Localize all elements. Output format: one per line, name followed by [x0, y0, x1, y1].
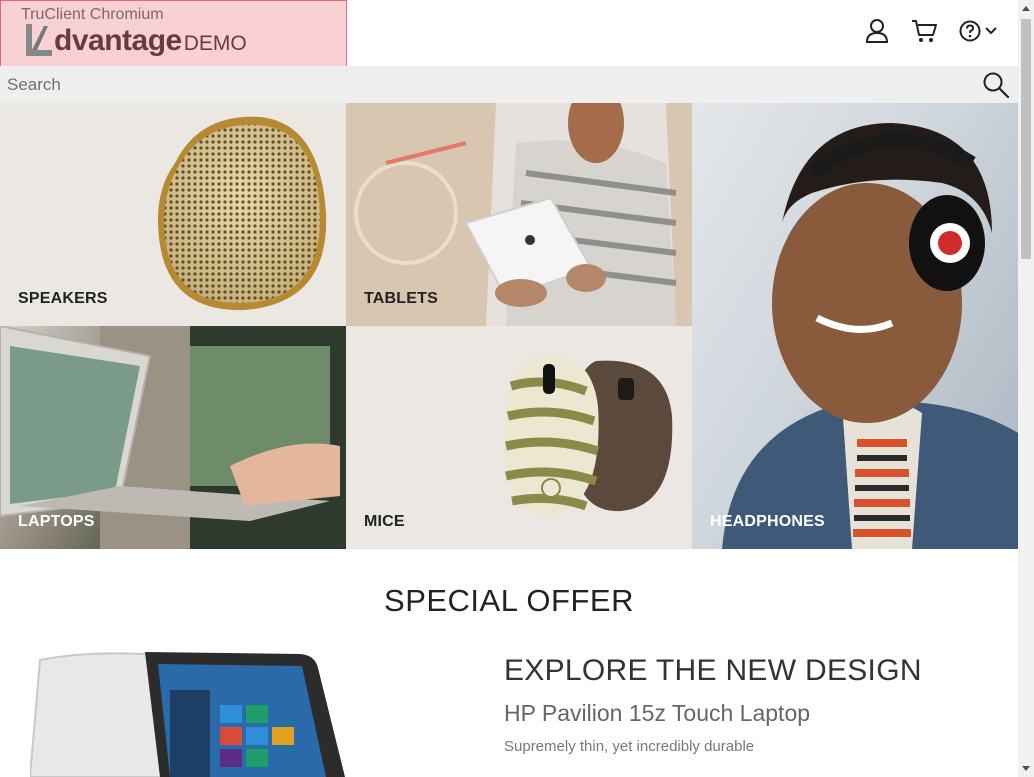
- category-label-speakers: SPEAKERS: [18, 290, 108, 307]
- offer-product-name[interactable]: HP Pavilion 15z Touch Laptop: [504, 700, 810, 727]
- category-label-headphones: HEADPHONES: [710, 513, 825, 530]
- search-input[interactable]: [0, 66, 960, 103]
- chevron-down-icon: [985, 27, 997, 35]
- category-label-mice: MICE: [364, 513, 405, 530]
- offer-description: Supremely thin, yet incredibly durable: [504, 738, 755, 755]
- headphones-image: [722, 123, 1018, 549]
- page: dvantage DEMO TruClient Chromium Search …: [0, 0, 1018, 777]
- help-icon: [959, 20, 981, 42]
- truclient-label: TruClient Chromium: [21, 6, 164, 23]
- search-bar: [0, 66, 1018, 103]
- category-tile-speakers[interactable]: SPEAKERS: [0, 103, 346, 326]
- cart-icon[interactable]: [911, 19, 937, 43]
- category-label-laptops: LAPTOPS: [18, 513, 95, 530]
- category-tile-laptops[interactable]: LAPTOPS: [0, 326, 346, 549]
- special-offer-title: SPECIAL OFFER: [384, 583, 634, 618]
- category-tile-headphones[interactable]: HEADPHONES: [692, 103, 1018, 549]
- help-menu[interactable]: [959, 20, 998, 42]
- offer-laptop-image[interactable]: [30, 650, 360, 777]
- category-tile-mice[interactable]: MICE: [346, 326, 692, 549]
- scrollbar-thumb[interactable]: [1021, 19, 1031, 259]
- vertical-scrollbar[interactable]: [1018, 0, 1034, 777]
- header-icons: [865, 18, 998, 44]
- category-tile-tablets[interactable]: TABLETS: [346, 103, 692, 326]
- scroll-up-arrow-icon[interactable]: [1018, 0, 1034, 17]
- browser-viewport: dvantage DEMO TruClient Chromium Search …: [0, 0, 1034, 777]
- offer-headline: EXPLORE THE NEW DESIGN: [504, 654, 922, 687]
- scroll-down-arrow-icon[interactable]: [1018, 760, 1034, 777]
- search-icon[interactable]: [982, 71, 1010, 99]
- user-icon[interactable]: [865, 18, 889, 44]
- category-label-tablets: TABLETS: [364, 290, 438, 307]
